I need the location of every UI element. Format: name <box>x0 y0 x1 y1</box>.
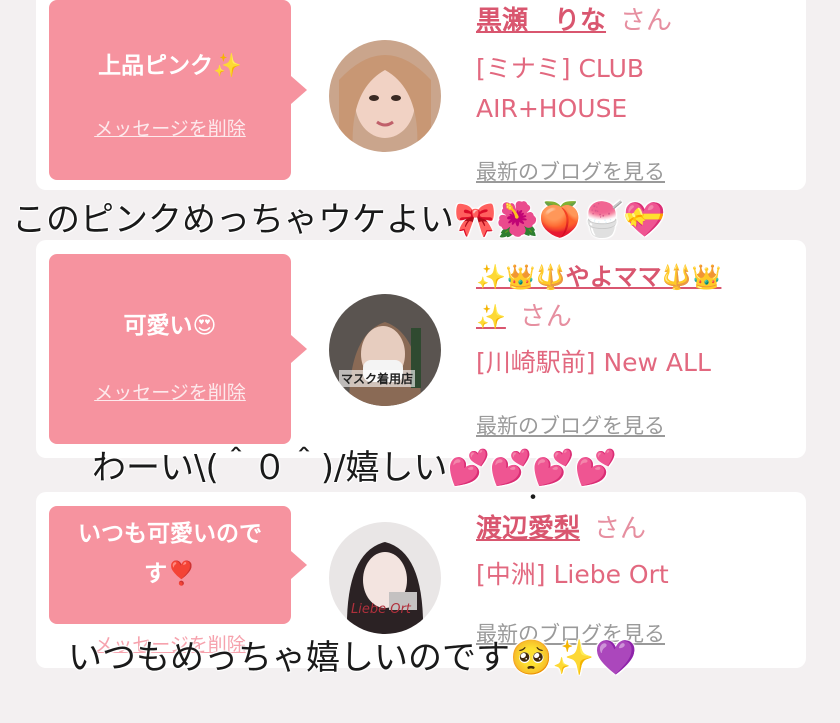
cast-name-line: 黒瀬 りな さん <box>476 0 672 42</box>
shop-name-line1: [中洲] Liebe Ort <box>476 560 669 589</box>
avatar[interactable]: マスク着用店 <box>329 294 441 406</box>
shop-name-line1: [川崎駅前] New ALL <box>476 348 711 377</box>
cast-name-link-cont[interactable]: ✨ <box>476 303 506 331</box>
overlay-dot: ・ <box>522 486 545 511</box>
latest-blog-link[interactable]: 最新のブログを見る <box>476 156 665 186</box>
shop-name-line2: AIR+HOUSE <box>476 94 628 123</box>
message-bubble: 可愛い😍 メッセージを削除 <box>49 254 307 444</box>
message-bubble: いつも可愛いので す❣️ メッセージを削除 <box>49 506 307 656</box>
avatar-photo <box>329 522 441 634</box>
avatar-caption: Liebe Ort <box>351 602 411 617</box>
honorific: さん <box>594 514 647 544</box>
message-text: 上品ピンク✨ <box>98 53 242 79</box>
overlay-caption-1: このピンクめっちゃウケよい🎀🌺🍑🍧💝 <box>12 200 666 240</box>
avatar[interactable] <box>329 40 441 152</box>
latest-blog-link[interactable]: 最新のブログを見る <box>476 410 665 440</box>
message-text: 可愛い😍 <box>123 313 217 339</box>
message-text-line2: す❣️ <box>144 561 196 587</box>
delete-message-link[interactable]: メッセージを削除 <box>49 378 291 405</box>
cast-name-link[interactable]: ✨👑🔱やよママ🔱👑 <box>476 263 721 291</box>
card-2: 可愛い😍 メッセージを削除 マスク着用店 ✨👑🔱やよママ🔱👑 ✨ さん [川崎駅前… <box>36 240 806 458</box>
avatar[interactable]: Liebe Ort <box>329 522 441 634</box>
avatar-caption: マスク着用店 <box>339 370 416 387</box>
cast-name-link[interactable]: 黒瀬 りな <box>476 6 606 36</box>
shop-name-line1: [ミナミ] CLUB <box>476 54 645 83</box>
cast-name-link[interactable]: 渡辺愛梨 <box>476 514 580 544</box>
cast-name-line: 渡辺愛梨 さん <box>476 508 646 550</box>
overlay-caption-3: いつもめっちゃ嬉しいのです🥺✨💜 <box>68 638 638 678</box>
avatar-photo <box>329 40 441 152</box>
message-bubble: 上品ピンク✨ メッセージを削除 <box>49 0 307 180</box>
delete-message-link[interactable]: メッセージを削除 <box>49 114 291 141</box>
card-1: 上品ピンク✨ メッセージを削除 黒瀬 りな さん [ミナミ] CLUB AIR+H… <box>36 0 806 190</box>
cast-name-line-2: ✨ さん <box>476 296 572 338</box>
honorific: さん <box>519 302 572 332</box>
avatar-photo <box>329 294 441 406</box>
cast-name-line: ✨👑🔱やよママ🔱👑 <box>476 256 721 298</box>
message-text-line1: いつも可愛いので <box>78 521 262 547</box>
honorific: さん <box>620 6 673 36</box>
